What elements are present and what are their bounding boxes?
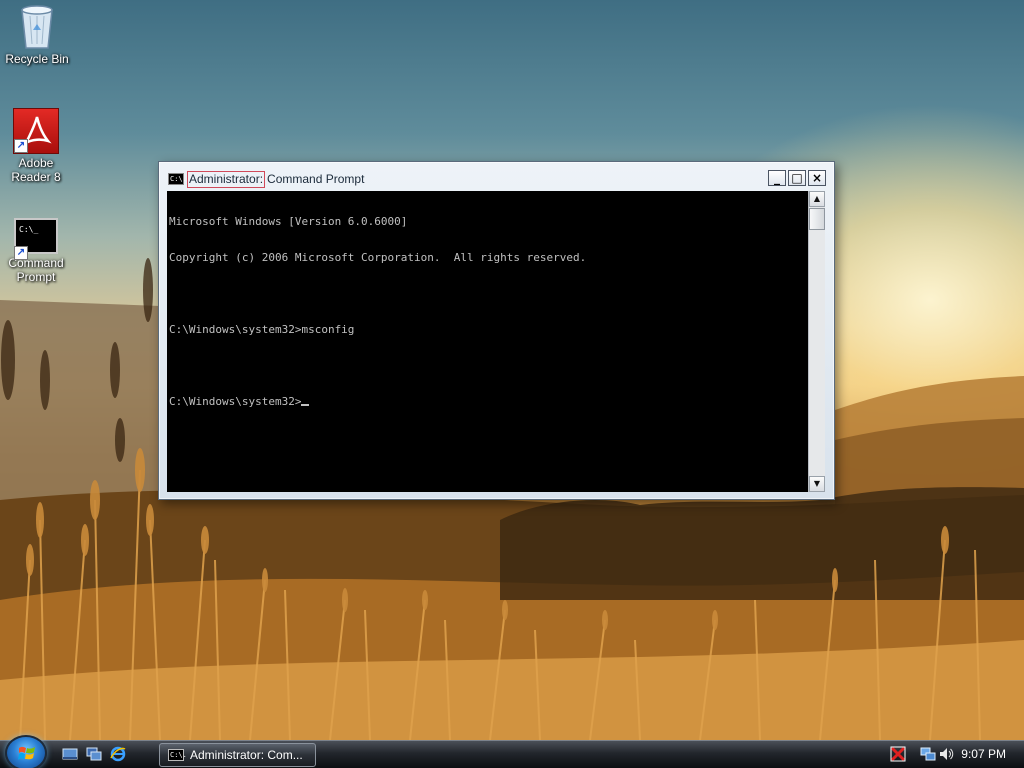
command-prompt-window[interactable]: C:\. Administrator: Command Prompt _ □ ×… [158, 161, 835, 500]
arrow-up-icon: ▲ [813, 194, 821, 203]
vertical-scrollbar[interactable]: ▲ ▼ [808, 191, 825, 492]
windows-logo-icon [18, 746, 35, 760]
desktop-icon-command-prompt[interactable]: C:\_ ↗ Command Prompt [0, 212, 73, 284]
taskbar: C:\. Administrator: Com... 9:07 PM [0, 735, 1024, 768]
close-icon: × [811, 171, 823, 185]
taskbar-button-label: Administrator: Com... [190, 748, 303, 762]
minimize-button[interactable]: _ [768, 170, 786, 186]
desktop-icon-label: Adobe Reader 8 [11, 156, 61, 184]
console-line: Copyright (c) 2006 Microsoft Corporation… [169, 251, 587, 264]
close-button[interactable]: × [808, 170, 826, 186]
start-button[interactable] [5, 735, 47, 768]
scroll-up-button[interactable]: ▲ [809, 191, 825, 207]
internet-explorer-icon[interactable] [110, 746, 126, 762]
recycle-bin-icon [17, 4, 57, 50]
command-prompt-icon[interactable]: C:\. [168, 173, 187, 185]
window-titlebar[interactable]: C:\. Administrator: Command Prompt _ □ × [165, 168, 828, 190]
console-prompt-line: C:\Windows\system32> [169, 396, 806, 408]
console-prompt: C:\Windows\system32> [169, 395, 302, 408]
scroll-thumb[interactable] [809, 208, 825, 230]
desktop-icon-adobe-reader[interactable]: ↗ Adobe Reader 8 [0, 108, 73, 184]
adobe-reader-icon: ↗ [13, 108, 59, 154]
maximize-icon: □ [791, 171, 803, 185]
console-line: Microsoft Windows [Version 6.0.6000] [169, 215, 408, 228]
desktop-icon-label: Command Prompt [8, 256, 64, 284]
window-title: Command Prompt [267, 172, 365, 186]
window-title-admin: Administrator: [187, 170, 266, 188]
scroll-down-button[interactable]: ▼ [809, 476, 825, 492]
minimize-icon: _ [774, 171, 780, 185]
volume-icon[interactable] [938, 746, 954, 766]
network-icon[interactable] [920, 746, 936, 766]
shortcut-arrow-icon: ↗ [14, 139, 28, 153]
system-tray: 9:07 PM [884, 741, 1024, 768]
console-output[interactable]: Microsoft Windows [Version 6.0.6000] Cop… [167, 191, 808, 492]
security-alert-icon[interactable] [890, 746, 906, 766]
show-desktop-icon[interactable] [62, 746, 78, 762]
desktop-icon-label: Recycle Bin [5, 52, 69, 66]
taskbar-button-command-prompt[interactable]: C:\. Administrator: Com... [159, 743, 316, 767]
clock[interactable]: 9:07 PM [961, 747, 1006, 761]
switch-windows-icon[interactable] [86, 746, 102, 762]
desktop-icon-recycle-bin[interactable]: Recycle Bin [0, 4, 74, 66]
arrow-down-icon: ▼ [813, 479, 821, 488]
console-line: C:\Windows\system32>msconfig [169, 323, 355, 336]
maximize-button[interactable]: □ [788, 170, 806, 186]
command-prompt-icon: C:\_ ↗ [14, 218, 58, 260]
shortcut-arrow-icon: ↗ [14, 246, 28, 260]
text-cursor [301, 404, 310, 406]
command-prompt-icon: C:\. [168, 749, 187, 761]
window-controls: _ □ × [768, 170, 826, 186]
